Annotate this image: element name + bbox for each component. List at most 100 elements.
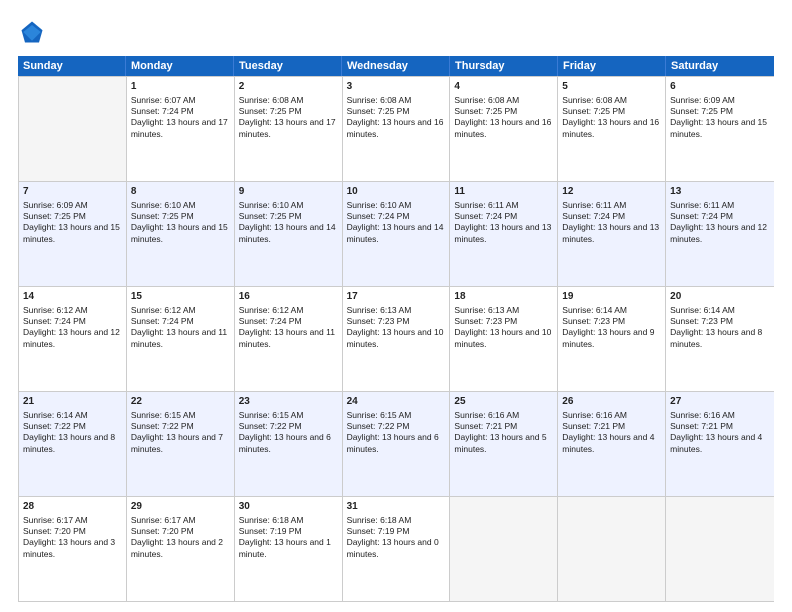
daylight-text: Daylight: 13 hours and 14 minutes. (347, 222, 444, 243)
day-number: 27 (670, 395, 770, 409)
calendar-cell (19, 77, 127, 181)
sunset-text: Sunset: 7:22 PM (347, 421, 410, 431)
calendar-cell: 17Sunrise: 6:13 AMSunset: 7:23 PMDayligh… (343, 287, 451, 391)
daylight-text: Daylight: 13 hours and 7 minutes. (131, 432, 223, 453)
sunrise-text: Sunrise: 6:08 AM (562, 95, 627, 105)
sunset-text: Sunset: 7:19 PM (239, 526, 302, 536)
daylight-text: Daylight: 13 hours and 2 minutes. (131, 537, 223, 558)
sunset-text: Sunset: 7:25 PM (239, 106, 302, 116)
calendar-row: 7Sunrise: 6:09 AMSunset: 7:25 PMDaylight… (19, 182, 774, 287)
calendar-cell: 7Sunrise: 6:09 AMSunset: 7:25 PMDaylight… (19, 182, 127, 286)
calendar-cell: 12Sunrise: 6:11 AMSunset: 7:24 PMDayligh… (558, 182, 666, 286)
sunrise-text: Sunrise: 6:13 AM (347, 305, 412, 315)
daylight-text: Daylight: 13 hours and 4 minutes. (562, 432, 654, 453)
daylight-text: Daylight: 13 hours and 16 minutes. (454, 117, 551, 138)
daylight-text: Daylight: 13 hours and 17 minutes. (131, 117, 228, 138)
day-number: 20 (670, 290, 770, 304)
page: SundayMondayTuesdayWednesdayThursdayFrid… (0, 0, 792, 612)
header (18, 18, 774, 46)
daylight-text: Daylight: 13 hours and 11 minutes. (239, 327, 335, 348)
sunrise-text: Sunrise: 6:08 AM (454, 95, 519, 105)
sunset-text: Sunset: 7:20 PM (23, 526, 86, 536)
sunrise-text: Sunrise: 6:12 AM (131, 305, 196, 315)
sunset-text: Sunset: 7:23 PM (562, 316, 625, 326)
sunrise-text: Sunrise: 6:12 AM (239, 305, 304, 315)
day-number: 2 (239, 80, 338, 94)
header-day: Sunday (18, 56, 126, 76)
daylight-text: Daylight: 13 hours and 13 minutes. (562, 222, 659, 243)
day-number: 9 (239, 185, 338, 199)
calendar-cell: 14Sunrise: 6:12 AMSunset: 7:24 PMDayligh… (19, 287, 127, 391)
sunset-text: Sunset: 7:24 PM (562, 211, 625, 221)
calendar-cell: 3Sunrise: 6:08 AMSunset: 7:25 PMDaylight… (343, 77, 451, 181)
daylight-text: Daylight: 13 hours and 17 minutes. (239, 117, 336, 138)
sunrise-text: Sunrise: 6:16 AM (562, 410, 627, 420)
header-day: Tuesday (234, 56, 342, 76)
sunset-text: Sunset: 7:25 PM (670, 106, 733, 116)
day-number: 13 (670, 185, 770, 199)
calendar-cell: 13Sunrise: 6:11 AMSunset: 7:24 PMDayligh… (666, 182, 774, 286)
calendar-cell: 2Sunrise: 6:08 AMSunset: 7:25 PMDaylight… (235, 77, 343, 181)
logo (18, 18, 50, 46)
daylight-text: Daylight: 13 hours and 4 minutes. (670, 432, 762, 453)
calendar-cell: 11Sunrise: 6:11 AMSunset: 7:24 PMDayligh… (450, 182, 558, 286)
sunrise-text: Sunrise: 6:11 AM (454, 200, 518, 210)
sunset-text: Sunset: 7:24 PM (670, 211, 733, 221)
calendar-cell: 10Sunrise: 6:10 AMSunset: 7:24 PMDayligh… (343, 182, 451, 286)
sunset-text: Sunset: 7:23 PM (347, 316, 410, 326)
daylight-text: Daylight: 13 hours and 15 minutes. (23, 222, 120, 243)
daylight-text: Daylight: 13 hours and 6 minutes. (239, 432, 331, 453)
day-number: 6 (670, 80, 770, 94)
sunrise-text: Sunrise: 6:14 AM (562, 305, 627, 315)
day-number: 24 (347, 395, 446, 409)
sunset-text: Sunset: 7:25 PM (239, 211, 302, 221)
day-number: 21 (23, 395, 122, 409)
day-number: 23 (239, 395, 338, 409)
calendar-cell: 18Sunrise: 6:13 AMSunset: 7:23 PMDayligh… (450, 287, 558, 391)
sunset-text: Sunset: 7:22 PM (131, 421, 194, 431)
day-number: 29 (131, 500, 230, 514)
daylight-text: Daylight: 13 hours and 11 minutes. (131, 327, 227, 348)
daylight-text: Daylight: 13 hours and 0 minutes. (347, 537, 439, 558)
day-number: 31 (347, 500, 446, 514)
sunrise-text: Sunrise: 6:17 AM (23, 515, 88, 525)
sunrise-text: Sunrise: 6:08 AM (347, 95, 412, 105)
calendar-cell: 15Sunrise: 6:12 AMSunset: 7:24 PMDayligh… (127, 287, 235, 391)
sunrise-text: Sunrise: 6:07 AM (131, 95, 196, 105)
daylight-text: Daylight: 13 hours and 5 minutes. (454, 432, 546, 453)
calendar-body: 1Sunrise: 6:07 AMSunset: 7:24 PMDaylight… (18, 76, 774, 602)
sunrise-text: Sunrise: 6:08 AM (239, 95, 304, 105)
day-number: 19 (562, 290, 661, 304)
sunrise-text: Sunrise: 6:14 AM (670, 305, 735, 315)
sunrise-text: Sunrise: 6:10 AM (239, 200, 304, 210)
sunrise-text: Sunrise: 6:15 AM (347, 410, 412, 420)
sunset-text: Sunset: 7:24 PM (239, 316, 302, 326)
calendar-cell: 8Sunrise: 6:10 AMSunset: 7:25 PMDaylight… (127, 182, 235, 286)
sunset-text: Sunset: 7:21 PM (670, 421, 733, 431)
header-day: Wednesday (342, 56, 450, 76)
daylight-text: Daylight: 13 hours and 16 minutes. (562, 117, 659, 138)
calendar-cell: 31Sunrise: 6:18 AMSunset: 7:19 PMDayligh… (343, 497, 451, 601)
calendar-cell: 5Sunrise: 6:08 AMSunset: 7:25 PMDaylight… (558, 77, 666, 181)
calendar-row: 28Sunrise: 6:17 AMSunset: 7:20 PM Dayligh… (19, 497, 774, 602)
calendar-row: 14Sunrise: 6:12 AMSunset: 7:24 PMDayligh… (19, 287, 774, 392)
daylight-text: Daylight: 13 hours and 14 minutes. (239, 222, 336, 243)
sunset-text: Sunset: 7:21 PM (454, 421, 517, 431)
sunset-text: Sunset: 7:25 PM (23, 211, 86, 221)
sunrise-text: Sunrise: 6:15 AM (131, 410, 196, 420)
day-number: 28 (23, 500, 122, 514)
day-number: 10 (347, 185, 446, 199)
day-number: 22 (131, 395, 230, 409)
sunrise-text: Sunrise: 6:11 AM (562, 200, 626, 210)
sunrise-text: Sunrise: 6:18 AM (239, 515, 304, 525)
day-number: 3 (347, 80, 446, 94)
sunrise-text: Sunrise: 6:16 AM (670, 410, 735, 420)
daylight-text: Daylight: 13 hours and 15 minutes. (670, 117, 767, 138)
calendar-cell: 25Sunrise: 6:16 AMSunset: 7:21 PMDayligh… (450, 392, 558, 496)
sunset-text: Sunset: 7:22 PM (23, 421, 86, 431)
calendar-cell: 19Sunrise: 6:14 AMSunset: 7:23 PMDayligh… (558, 287, 666, 391)
sunset-text: Sunset: 7:25 PM (131, 211, 194, 221)
calendar-cell: 30Sunrise: 6:18 AMSunset: 7:19 PMDayligh… (235, 497, 343, 601)
daylight-text: Daylight: 13 hours and 13 minutes. (454, 222, 551, 243)
daylight-text: Daylight: 13 hours and 6 minutes. (347, 432, 439, 453)
